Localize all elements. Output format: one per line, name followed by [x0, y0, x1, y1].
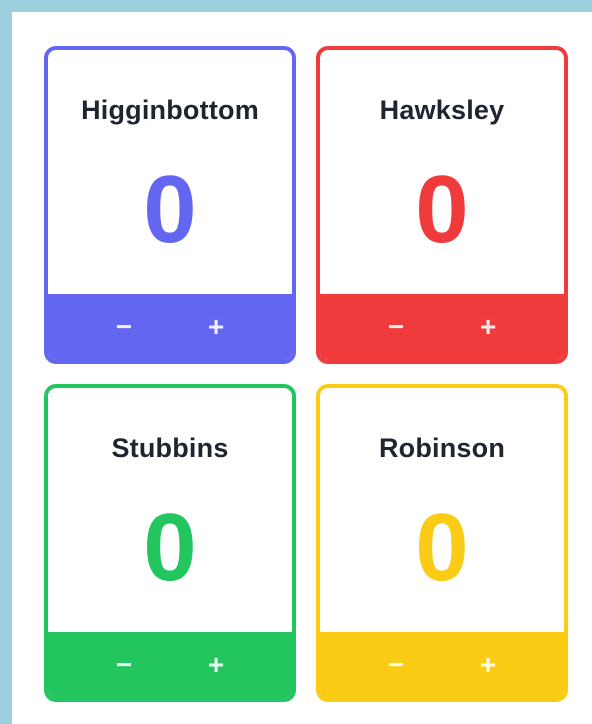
player-score: 0 [143, 494, 197, 601]
player-name: Hawksley [379, 95, 505, 125]
score-controls: − + [320, 632, 564, 698]
app-panel: Higginbottom 0 − + Hawksley 0 − + Stubbi… [12, 12, 592, 724]
decrement-button[interactable]: − [378, 651, 414, 679]
player-score: 0 [415, 494, 469, 601]
score-controls: − + [48, 294, 292, 360]
player-score: 0 [143, 156, 197, 263]
player-name: Higginbottom [81, 95, 259, 125]
decrement-button[interactable]: − [106, 651, 142, 679]
player-card-robinson: Robinson 0 − + [316, 384, 568, 702]
increment-button[interactable]: + [198, 651, 234, 679]
decrement-button[interactable]: − [378, 313, 414, 341]
increment-button[interactable]: + [470, 313, 506, 341]
increment-button[interactable]: + [198, 313, 234, 341]
player-card-higginbottom: Higginbottom 0 − + [44, 46, 296, 364]
scoreboard-grid: Higginbottom 0 − + Hawksley 0 − + Stubbi… [44, 46, 568, 702]
player-name: Robinson [378, 433, 506, 463]
player-card-stubbins: Stubbins 0 − + [44, 384, 296, 702]
player-score: 0 [415, 156, 469, 263]
player-card-hawksley: Hawksley 0 − + [316, 46, 568, 364]
score-controls: − + [48, 632, 292, 698]
score-controls: − + [320, 294, 564, 360]
decrement-button[interactable]: − [106, 313, 142, 341]
player-name: Stubbins [111, 433, 229, 463]
increment-button[interactable]: + [470, 651, 506, 679]
